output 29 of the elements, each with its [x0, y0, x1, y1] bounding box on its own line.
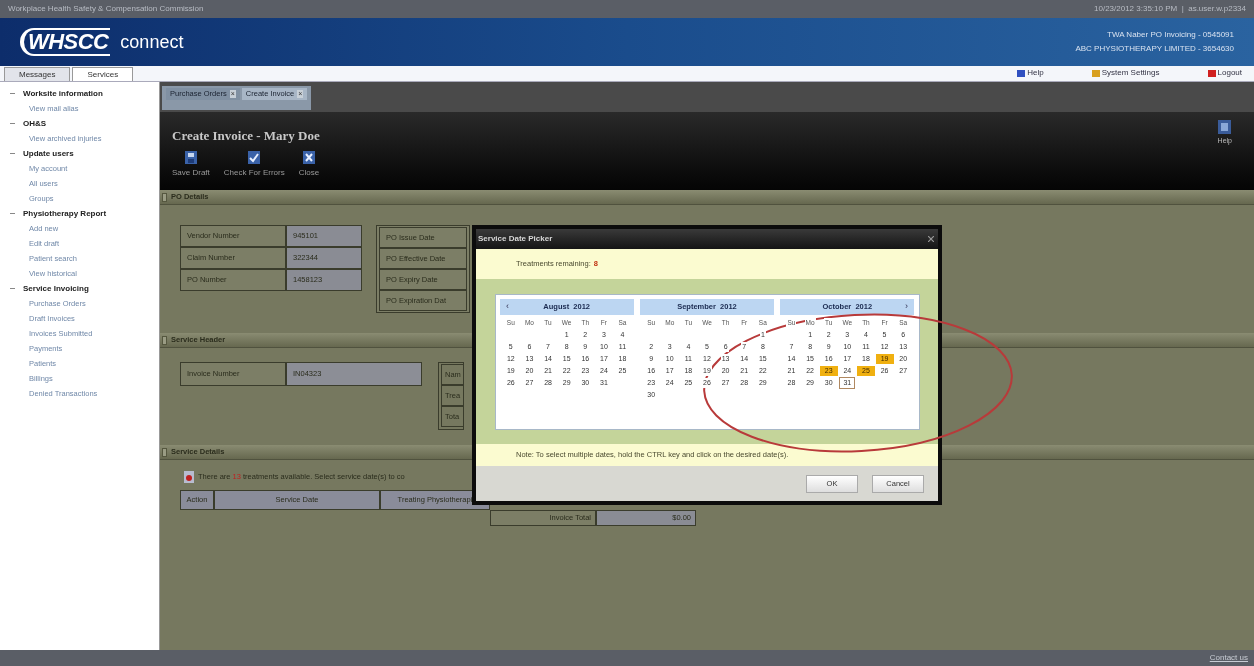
window-title: Workplace Health Safety & Compensation Commission: [8, 3, 204, 15]
sidebar-group[interactable]: Physiotherapy Report: [23, 207, 107, 220]
sidebar-group[interactable]: OH&S: [23, 117, 47, 130]
close-icon: [928, 236, 934, 242]
account-info: ABC PHYSIOTHERAPY LIMITED - 3654630: [1075, 43, 1234, 55]
toolbar-button[interactable]: Save Draft: [172, 150, 210, 179]
header-link[interactable]: System Settings: [1101, 67, 1160, 79]
page-title: Create Invoice - Mary Doe: [172, 127, 320, 145]
save-icon: [184, 150, 197, 164]
header-link[interactable]: Logout: [1217, 67, 1242, 79]
logo: WHSCC: [20, 28, 111, 56]
session-info: 10/23/2012 3:35:10 PM | as.user.w.p2334: [1094, 3, 1246, 15]
alert-icon: [184, 471, 194, 483]
sidebar-group[interactable]: Service Invoicing: [23, 282, 89, 295]
contact-link[interactable]: Contact us: [1209, 652, 1248, 664]
sidebar-group[interactable]: Update users: [23, 147, 74, 160]
nav-tab[interactable]: Messages: [4, 67, 71, 81]
next-month-button[interactable]: ›: [902, 299, 911, 314]
product-name: connect: [120, 30, 184, 54]
checkmark-icon: [248, 150, 261, 164]
dialog-title: Service Date Picker: [478, 233, 553, 245]
sidebar-group[interactable]: Worksite information: [23, 87, 103, 100]
toolbar-button[interactable]: Close: [298, 150, 320, 179]
close-icon: [302, 150, 315, 164]
toolbar-button[interactable]: Check For Errors: [223, 150, 285, 179]
header-link[interactable]: Help: [1027, 67, 1044, 79]
account-info: TWA Naber PO Invoicing - 0545091: [1107, 29, 1234, 41]
nav-tab[interactable]: Services: [72, 67, 134, 81]
previous-month-button[interactable]: ‹: [503, 299, 512, 314]
